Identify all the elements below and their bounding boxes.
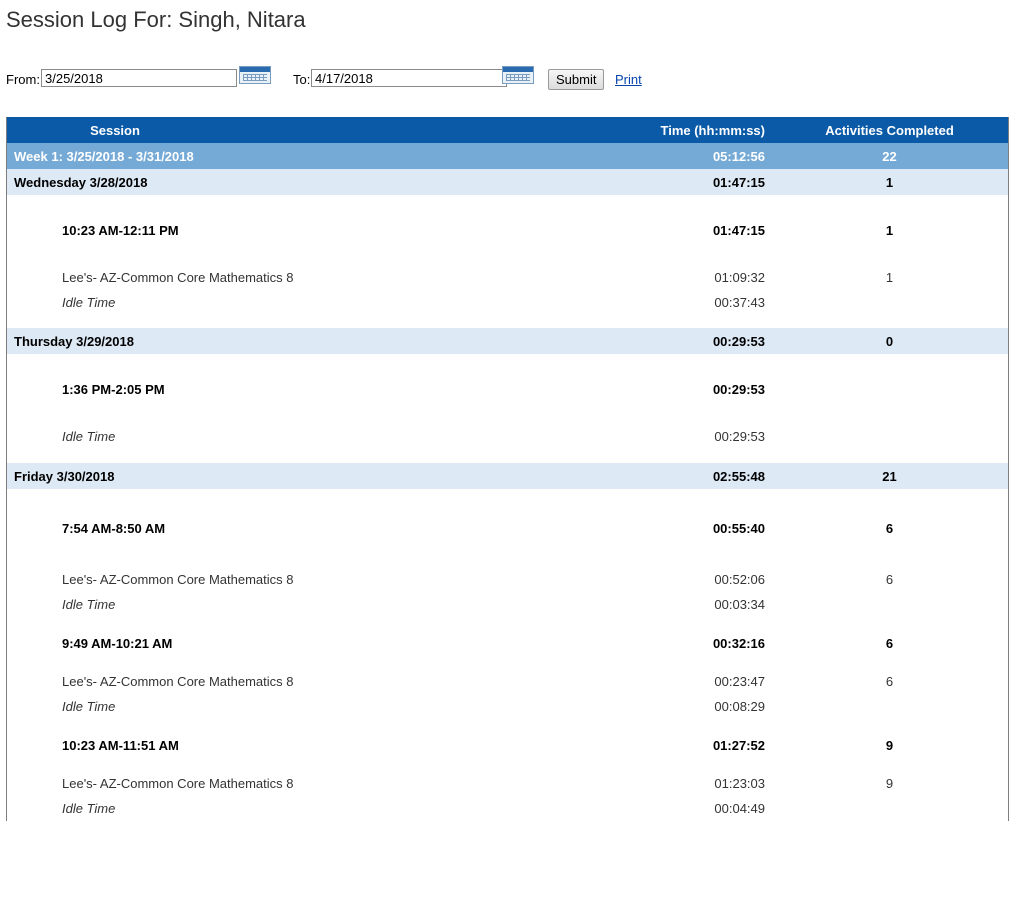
course-time: 00:52:06 bbox=[714, 572, 765, 587]
day-activities: 0 bbox=[885, 333, 894, 349]
session-log-table: Session Time (hh:mm:ss) Activities Compl… bbox=[6, 117, 1009, 821]
course-row: Lee's- AZ-Common Core Mathematics 8 01:0… bbox=[7, 265, 1008, 290]
idle-time: 00:37:43 bbox=[714, 295, 765, 310]
course-row: Lee's- AZ-Common Core Mathematics 8 00:5… bbox=[7, 567, 1008, 592]
session-row: 7:54 AM-8:50 AM 00:55:40 6 bbox=[7, 489, 1008, 567]
idle-row: Idle Time 00:37:43 bbox=[7, 290, 1008, 315]
session-activities: 6 bbox=[885, 635, 894, 651]
week-time: 05:12:56 bbox=[712, 148, 765, 164]
session-activities: 1 bbox=[885, 222, 894, 238]
idle-time: 00:08:29 bbox=[714, 699, 765, 714]
day-row: Friday 3/30/2018 02:55:48 21 bbox=[7, 463, 1008, 489]
session-activities: 6 bbox=[885, 520, 894, 536]
idle-time: 00:29:53 bbox=[714, 429, 765, 444]
from-date-input[interactable] bbox=[41, 69, 237, 87]
day-activities: 21 bbox=[882, 468, 897, 484]
day-time: 00:29:53 bbox=[712, 333, 765, 349]
course-activities: 6 bbox=[885, 674, 894, 689]
day-row: Thursday 3/29/2018 00:29:53 0 bbox=[7, 328, 1008, 354]
session-row: 9:49 AM-10:21 AM 00:32:16 6 bbox=[7, 617, 1008, 669]
course-time: 00:23:47 bbox=[714, 674, 765, 689]
course-row: Lee's- AZ-Common Core Mathematics 8 01:2… bbox=[7, 771, 1008, 796]
to-label: To: bbox=[293, 72, 311, 87]
session-time: 01:27:52 bbox=[712, 737, 765, 753]
session-row: 1:36 PM-2:05 PM 00:29:53 bbox=[7, 354, 1008, 424]
idle-label: Idle Time bbox=[62, 429, 116, 444]
course-time: 01:23:03 bbox=[714, 776, 765, 791]
week-label: Week 1: 3/25/2018 - 3/31/2018 bbox=[14, 148, 194, 164]
course-name: Lee's- AZ-Common Core Mathematics 8 bbox=[62, 674, 294, 689]
from-label: From: bbox=[6, 72, 40, 87]
session-time: 01:47:15 bbox=[712, 222, 765, 238]
date-filter-bar: From: To: Submit Print bbox=[6, 63, 1006, 95]
session-time-range: 1:36 PM-2:05 PM bbox=[62, 381, 165, 397]
idle-label: Idle Time bbox=[62, 295, 116, 310]
session-column-header: Session bbox=[90, 122, 140, 138]
activities-column-header: Activities Completed bbox=[825, 122, 954, 138]
day-label: Thursday 3/29/2018 bbox=[14, 333, 134, 349]
session-row: 10:23 AM-11:51 AM 01:27:52 9 bbox=[7, 719, 1008, 771]
course-time: 01:09:32 bbox=[714, 270, 765, 285]
page-title: Session Log For: Singh, Nitara bbox=[6, 7, 306, 32]
idle-row: Idle Time 00:29:53 bbox=[7, 424, 1008, 449]
day-activities: 1 bbox=[885, 174, 894, 190]
to-date-input[interactable] bbox=[311, 69, 507, 87]
idle-time: 00:04:49 bbox=[714, 801, 765, 816]
course-activities: 9 bbox=[885, 776, 894, 791]
idle-row: Idle Time 00:08:29 bbox=[7, 694, 1008, 719]
idle-label: Idle Time bbox=[62, 699, 116, 714]
session-time-range: 10:23 AM-11:51 AM bbox=[62, 737, 179, 753]
day-row: Wednesday 3/28/2018 01:47:15 1 bbox=[7, 169, 1008, 195]
submit-button[interactable]: Submit bbox=[548, 69, 605, 90]
course-row: Lee's- AZ-Common Core Mathematics 8 00:2… bbox=[7, 669, 1008, 694]
day-time: 02:55:48 bbox=[712, 468, 765, 484]
day-label: Friday 3/30/2018 bbox=[14, 468, 115, 484]
print-link[interactable]: Print bbox=[615, 72, 642, 87]
session-row: 10:23 AM-12:11 PM 01:47:15 1 bbox=[7, 195, 1008, 265]
week-row: Week 1: 3/25/2018 - 3/31/2018 05:12:56 2… bbox=[7, 143, 1008, 169]
course-name: Lee's- AZ-Common Core Mathematics 8 bbox=[62, 270, 294, 285]
course-name: Lee's- AZ-Common Core Mathematics 8 bbox=[62, 572, 294, 587]
day-time: 01:47:15 bbox=[712, 174, 765, 190]
day-label: Wednesday 3/28/2018 bbox=[14, 174, 148, 190]
course-activities: 1 bbox=[885, 270, 894, 285]
idle-label: Idle Time bbox=[62, 597, 116, 612]
from-calendar-icon[interactable] bbox=[239, 66, 271, 84]
idle-label: Idle Time bbox=[62, 801, 116, 816]
table-header-row: Session Time (hh:mm:ss) Activities Compl… bbox=[7, 117, 1008, 143]
session-activities: 9 bbox=[885, 737, 894, 753]
session-time: 00:55:40 bbox=[712, 520, 765, 536]
to-calendar-icon[interactable] bbox=[502, 66, 534, 84]
time-column-header: Time (hh:mm:ss) bbox=[660, 122, 766, 138]
session-time: 00:32:16 bbox=[712, 635, 765, 651]
course-name: Lee's- AZ-Common Core Mathematics 8 bbox=[62, 776, 294, 791]
session-time-range: 9:49 AM-10:21 AM bbox=[62, 635, 173, 651]
session-time-range: 10:23 AM-12:11 PM bbox=[62, 222, 179, 238]
session-time-range: 7:54 AM-8:50 AM bbox=[62, 520, 166, 536]
week-activities: 22 bbox=[882, 148, 897, 164]
session-time: 00:29:53 bbox=[712, 381, 765, 397]
idle-row: Idle Time 00:03:34 bbox=[7, 592, 1008, 617]
idle-time: 00:03:34 bbox=[714, 597, 765, 612]
course-activities: 6 bbox=[885, 572, 894, 587]
idle-row: Idle Time 00:04:49 bbox=[7, 796, 1008, 821]
